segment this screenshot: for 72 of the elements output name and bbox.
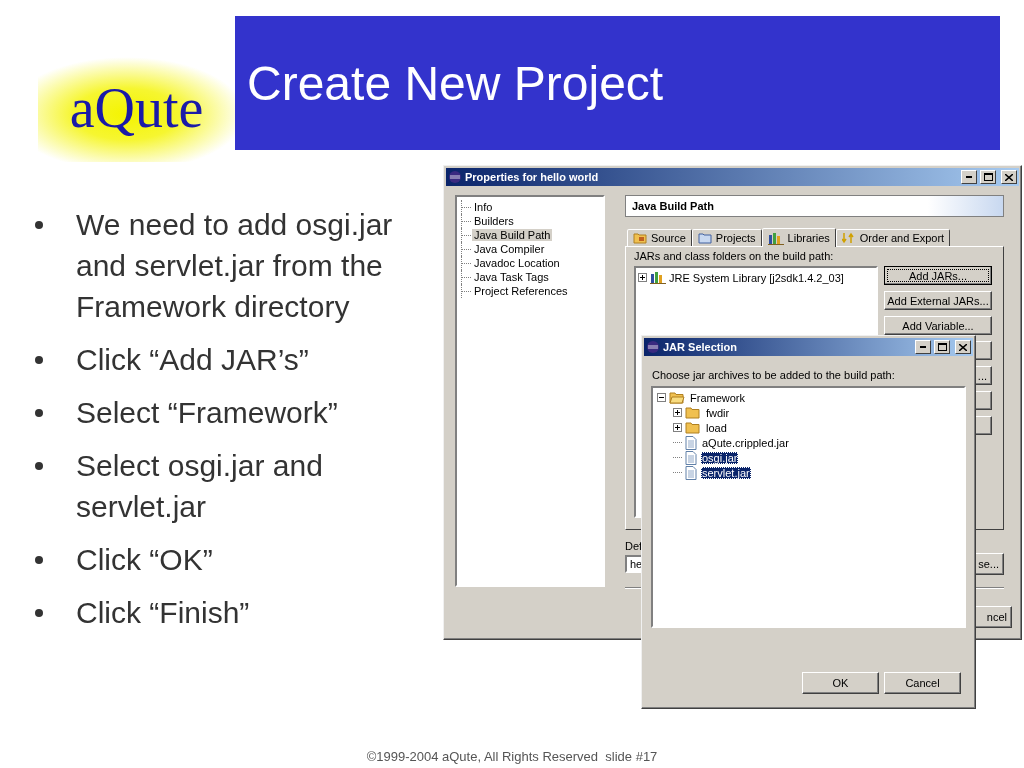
dialog-button[interactable]: Add Variable... bbox=[884, 316, 992, 335]
folder-icon bbox=[669, 391, 685, 404]
footer-text: ©1999-2004 aQute, All Rights Reserved slide #17 bbox=[365, 749, 659, 766]
tree-item[interactable]: servlet.jar bbox=[701, 466, 751, 479]
bullet-text: We need to add osgi.jar and servlet.jar from the Framework directory bbox=[76, 207, 394, 325]
nav-item[interactable]: Builders bbox=[472, 215, 516, 227]
bullet-text: Click “Add JAR’s” bbox=[76, 342, 310, 378]
bullet-dot bbox=[35, 221, 43, 229]
slide-title: Create New Project bbox=[247, 55, 664, 111]
tab[interactable]: Projects bbox=[691, 229, 762, 246]
minimize-icon bbox=[966, 176, 972, 178]
nav-item[interactable]: Javadoc Location bbox=[472, 257, 562, 269]
minimize-icon bbox=[920, 346, 926, 348]
maximize-button[interactable] bbox=[980, 170, 996, 184]
app-icon bbox=[646, 340, 660, 354]
expand-icon[interactable] bbox=[673, 408, 682, 417]
minimize-button[interactable] bbox=[915, 340, 931, 354]
field-label: Def bbox=[625, 540, 644, 552]
tree-item[interactable]: Framework bbox=[689, 391, 746, 404]
folder-icon bbox=[685, 406, 701, 419]
maximize-icon bbox=[983, 173, 993, 181]
bullet-dot bbox=[35, 609, 43, 617]
list-item[interactable]: JRE System Library [j2sdk1.4.2_03] bbox=[669, 271, 844, 284]
tab[interactable]: Source bbox=[627, 229, 692, 246]
window-title: Properties for hello world bbox=[465, 171, 600, 183]
books-icon bbox=[767, 231, 784, 245]
list-label: JARs and class folders on the build path: bbox=[634, 250, 835, 262]
books-icon bbox=[650, 271, 666, 284]
expand-icon[interactable] bbox=[638, 273, 647, 282]
page-title: Java Build Path bbox=[625, 195, 1004, 217]
app-icon bbox=[448, 170, 462, 184]
arrows-icon bbox=[841, 232, 856, 244]
nav-item[interactable]: Java Task Tags bbox=[472, 271, 551, 283]
file-icon bbox=[685, 465, 697, 480]
file-icon bbox=[685, 435, 697, 450]
close-button[interactable] bbox=[1001, 170, 1017, 184]
window-title: JAR Selection bbox=[663, 341, 738, 353]
bullet-text: Select osgi.jar and servlet.jar bbox=[76, 448, 324, 525]
close-icon bbox=[1005, 173, 1013, 181]
dialog-button[interactable]: Add JARs... bbox=[884, 266, 992, 285]
folder-icon bbox=[685, 421, 701, 434]
tab[interactable]: Libraries bbox=[761, 228, 836, 247]
maximize-button[interactable] bbox=[934, 340, 950, 354]
tree-item[interactable]: fwdir bbox=[705, 406, 731, 419]
nav-item[interactable]: Java Build Path bbox=[472, 229, 553, 241]
bullet-dot bbox=[35, 556, 43, 564]
cancel-button[interactable]: Cancel bbox=[884, 672, 961, 694]
bullet-text: Select “Framework” bbox=[76, 395, 339, 431]
ok-button[interactable]: OK bbox=[802, 672, 879, 694]
file-icon bbox=[685, 450, 697, 465]
bullet-text: Click “OK” bbox=[76, 542, 214, 578]
nav-item[interactable]: Java Compiler bbox=[472, 243, 547, 255]
dialog-button[interactable]: Add External JARs... bbox=[884, 291, 992, 310]
folder-icon bbox=[633, 232, 647, 244]
bullet-text: Click “Finish” bbox=[76, 595, 251, 631]
collapse-icon[interactable] bbox=[657, 393, 666, 402]
prompt-label: Choose jar archives to be added to the build path: bbox=[651, 368, 896, 383]
minimize-button[interactable] bbox=[961, 170, 977, 184]
bullet-dot bbox=[35, 409, 43, 417]
tree-item[interactable]: load bbox=[705, 421, 728, 434]
tab[interactable]: Order and Export bbox=[835, 229, 951, 246]
folder-icon bbox=[697, 232, 712, 244]
bullet-dot bbox=[35, 462, 43, 470]
close-icon bbox=[959, 343, 967, 351]
tree-item[interactable]: aQute.crippled.jar bbox=[701, 436, 790, 449]
close-button[interactable] bbox=[955, 340, 971, 354]
expand-icon[interactable] bbox=[673, 423, 682, 432]
tree-item[interactable]: osgi.jar bbox=[701, 451, 739, 464]
nav-item[interactable]: Project References bbox=[472, 285, 570, 297]
maximize-icon bbox=[937, 343, 947, 351]
nav-item[interactable]: Info bbox=[472, 201, 495, 213]
bullet-dot bbox=[35, 356, 43, 364]
